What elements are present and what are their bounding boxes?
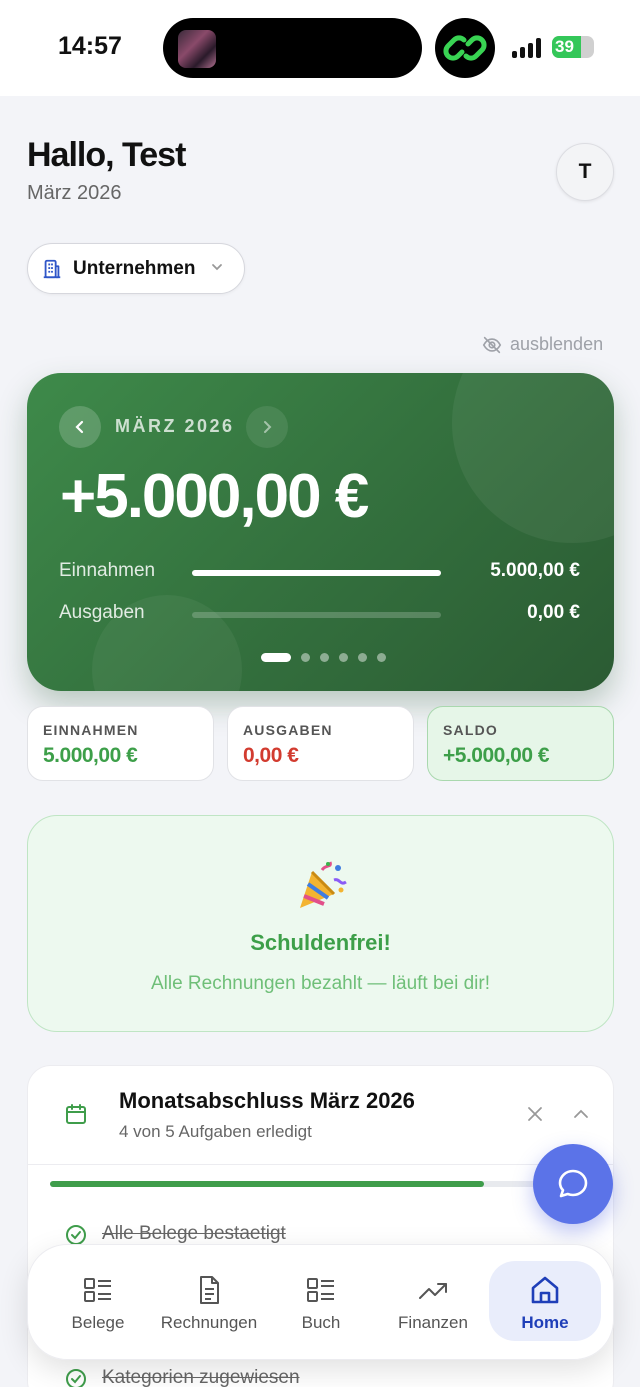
calendar-icon — [66, 1104, 86, 1124]
bottom-tab-bar: Belege Rechnungen Buch Finanzen Home — [27, 1244, 614, 1360]
chat-bubble-icon — [558, 1169, 588, 1198]
avatar[interactable]: T — [556, 143, 614, 201]
page-dot[interactable] — [261, 653, 291, 662]
entity-switcher-label: Unternehmen — [73, 258, 196, 279]
list-icon — [84, 1278, 111, 1302]
previous-month-button[interactable] — [59, 406, 101, 448]
list-icon — [307, 1278, 334, 1302]
summary-value: +5.000,00 € — [443, 744, 550, 767]
status-bar: 14:57 39 — [0, 0, 640, 96]
task-item[interactable]: Kategorien zugewiesen — [64, 1366, 584, 1387]
income-value: 5.000,00 € — [490, 560, 580, 581]
home-icon — [531, 1276, 559, 1304]
hide-balance-button[interactable]: ausblenden — [481, 332, 609, 356]
eye-off-icon — [482, 336, 502, 354]
tab-label: Home — [521, 1313, 569, 1332]
card-balance: +5.000,00 € — [60, 462, 369, 531]
task-label: Kategorien zugewiesen — [102, 1367, 300, 1387]
tab-label: Buch — [301, 1313, 341, 1332]
divider — [28, 1164, 613, 1165]
page-dot[interactable] — [377, 653, 386, 662]
summary-label: AUSGABEN — [243, 722, 333, 738]
hide-balance-label: ausblenden — [510, 334, 604, 354]
link-icon — [443, 35, 487, 61]
decor-circle — [452, 373, 614, 543]
debt-free-title: Schuldenfrei! — [250, 930, 391, 955]
debt-free-message: Alle Rechnungen bezahlt — läuft bei dir! — [150, 973, 491, 994]
summary-tile-expenses[interactable]: AUSGABEN 0,00 € — [227, 706, 414, 781]
summary-tile-income[interactable]: EINNAHMEN 5.000,00 € — [27, 706, 214, 781]
trend-up-icon — [419, 1283, 447, 1299]
now-playing-artwork — [178, 30, 216, 68]
expenses-value: 0,00 € — [527, 602, 580, 623]
status-time: 14:57 — [58, 32, 122, 60]
closing-progress-bar — [50, 1181, 593, 1187]
party-popper-icon — [300, 861, 347, 908]
chat-button[interactable] — [533, 1144, 613, 1224]
page-indicator[interactable] — [261, 653, 391, 663]
dynamic-island[interactable] — [163, 18, 422, 78]
expenses-bar — [192, 612, 441, 618]
page-dot[interactable] — [301, 653, 310, 662]
greeting-title: Hallo, Test — [27, 136, 186, 174]
entity-switcher[interactable]: Unternehmen — [27, 243, 245, 294]
task-label: Alle Belege bestaetigt — [102, 1223, 286, 1244]
summary-tile-balance[interactable]: SALDO +5.000,00 € — [427, 706, 614, 781]
cellular-signal-icon — [512, 38, 546, 58]
summary-label: EINNAHMEN — [43, 722, 139, 738]
live-activity[interactable] — [435, 18, 495, 78]
tab-home[interactable]: Home — [489, 1261, 601, 1341]
card-month: MÄRZ 2026 — [115, 416, 235, 436]
summary-value: 5.000,00 € — [43, 744, 138, 767]
tab-label: Belege — [71, 1313, 125, 1332]
chevron-left-icon — [75, 420, 84, 434]
document-icon — [200, 1276, 219, 1304]
check-circle-icon — [66, 1369, 86, 1387]
tab-belege[interactable]: Belege — [42, 1261, 154, 1341]
page-dot[interactable] — [358, 653, 367, 662]
closing-subtitle: 4 von 5 Aufgaben erledigt — [119, 1122, 312, 1141]
tab-rechnungen[interactable]: Rechnungen — [153, 1261, 265, 1341]
page-dot[interactable] — [320, 653, 329, 662]
debt-free-card: Schuldenfrei! Alle Rechnungen bezahlt — … — [27, 815, 614, 1032]
tab-label: Rechnungen — [160, 1313, 258, 1332]
page-dot[interactable] — [339, 653, 348, 662]
income-bar — [192, 570, 441, 576]
chevron-down-icon — [212, 264, 222, 271]
tab-buch[interactable]: Buch — [265, 1261, 377, 1341]
building-icon — [43, 259, 61, 279]
summary-value: 0,00 € — [243, 744, 299, 767]
next-month-button[interactable] — [246, 406, 288, 448]
battery-icon: 39 — [552, 36, 594, 58]
chevron-up-icon[interactable] — [571, 1104, 591, 1124]
summary-label: SALDO — [443, 722, 498, 738]
close-icon[interactable] — [525, 1104, 545, 1124]
tab-finanzen[interactable]: Finanzen — [377, 1261, 489, 1341]
income-label: Einnahmen — [59, 560, 156, 581]
tab-label: Finanzen — [398, 1313, 468, 1332]
balance-card[interactable]: MÄRZ 2026 +5.000,00 € Einnahmen 5.000,00… — [27, 373, 614, 691]
expenses-label: Ausgaben — [59, 602, 145, 623]
battery-level: 39 — [555, 37, 574, 56]
header-date: März 2026 — [27, 182, 122, 204]
closing-title: Monatsabschluss März 2026 — [119, 1088, 415, 1113]
chevron-right-icon — [264, 421, 272, 433]
